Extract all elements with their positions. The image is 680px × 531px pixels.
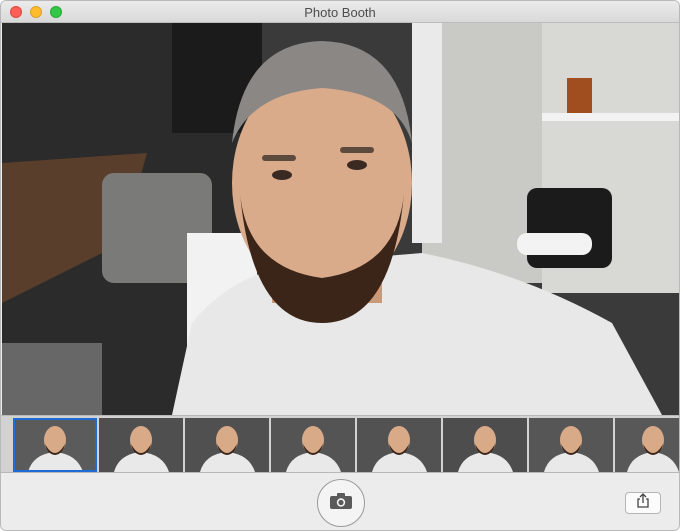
camera-preview-image	[2, 23, 679, 415]
thumbnail[interactable]	[615, 418, 679, 472]
share-icon	[636, 493, 650, 513]
thumbnail-image	[443, 418, 527, 472]
thumbnail[interactable]	[13, 418, 97, 472]
photo-booth-window: Photo Booth	[0, 0, 680, 531]
thumbnail[interactable]	[529, 418, 613, 472]
thumbnail-strip[interactable]	[1, 415, 679, 473]
share-button[interactable]	[625, 492, 661, 514]
thumbnail[interactable]	[271, 418, 355, 472]
thumbnail[interactable]	[185, 418, 269, 472]
thumbnail-image	[99, 418, 183, 472]
bottom-toolbar	[1, 473, 679, 530]
take-photo-button[interactable]	[317, 479, 365, 527]
thumbnail-image	[529, 418, 613, 472]
camera-icon	[330, 492, 352, 514]
thumbnail[interactable]	[443, 418, 527, 472]
thumbnail[interactable]	[357, 418, 441, 472]
thumbnail-image	[271, 418, 355, 472]
camera-preview	[2, 23, 679, 415]
thumbnail-image	[615, 418, 679, 472]
thumbnail-image	[13, 418, 97, 472]
thumbnail-image	[357, 418, 441, 472]
thumbnail[interactable]	[99, 418, 183, 472]
window-title: Photo Booth	[304, 5, 376, 20]
title-bar[interactable]: Photo Booth	[1, 1, 679, 23]
thumbnail-image	[185, 418, 269, 472]
